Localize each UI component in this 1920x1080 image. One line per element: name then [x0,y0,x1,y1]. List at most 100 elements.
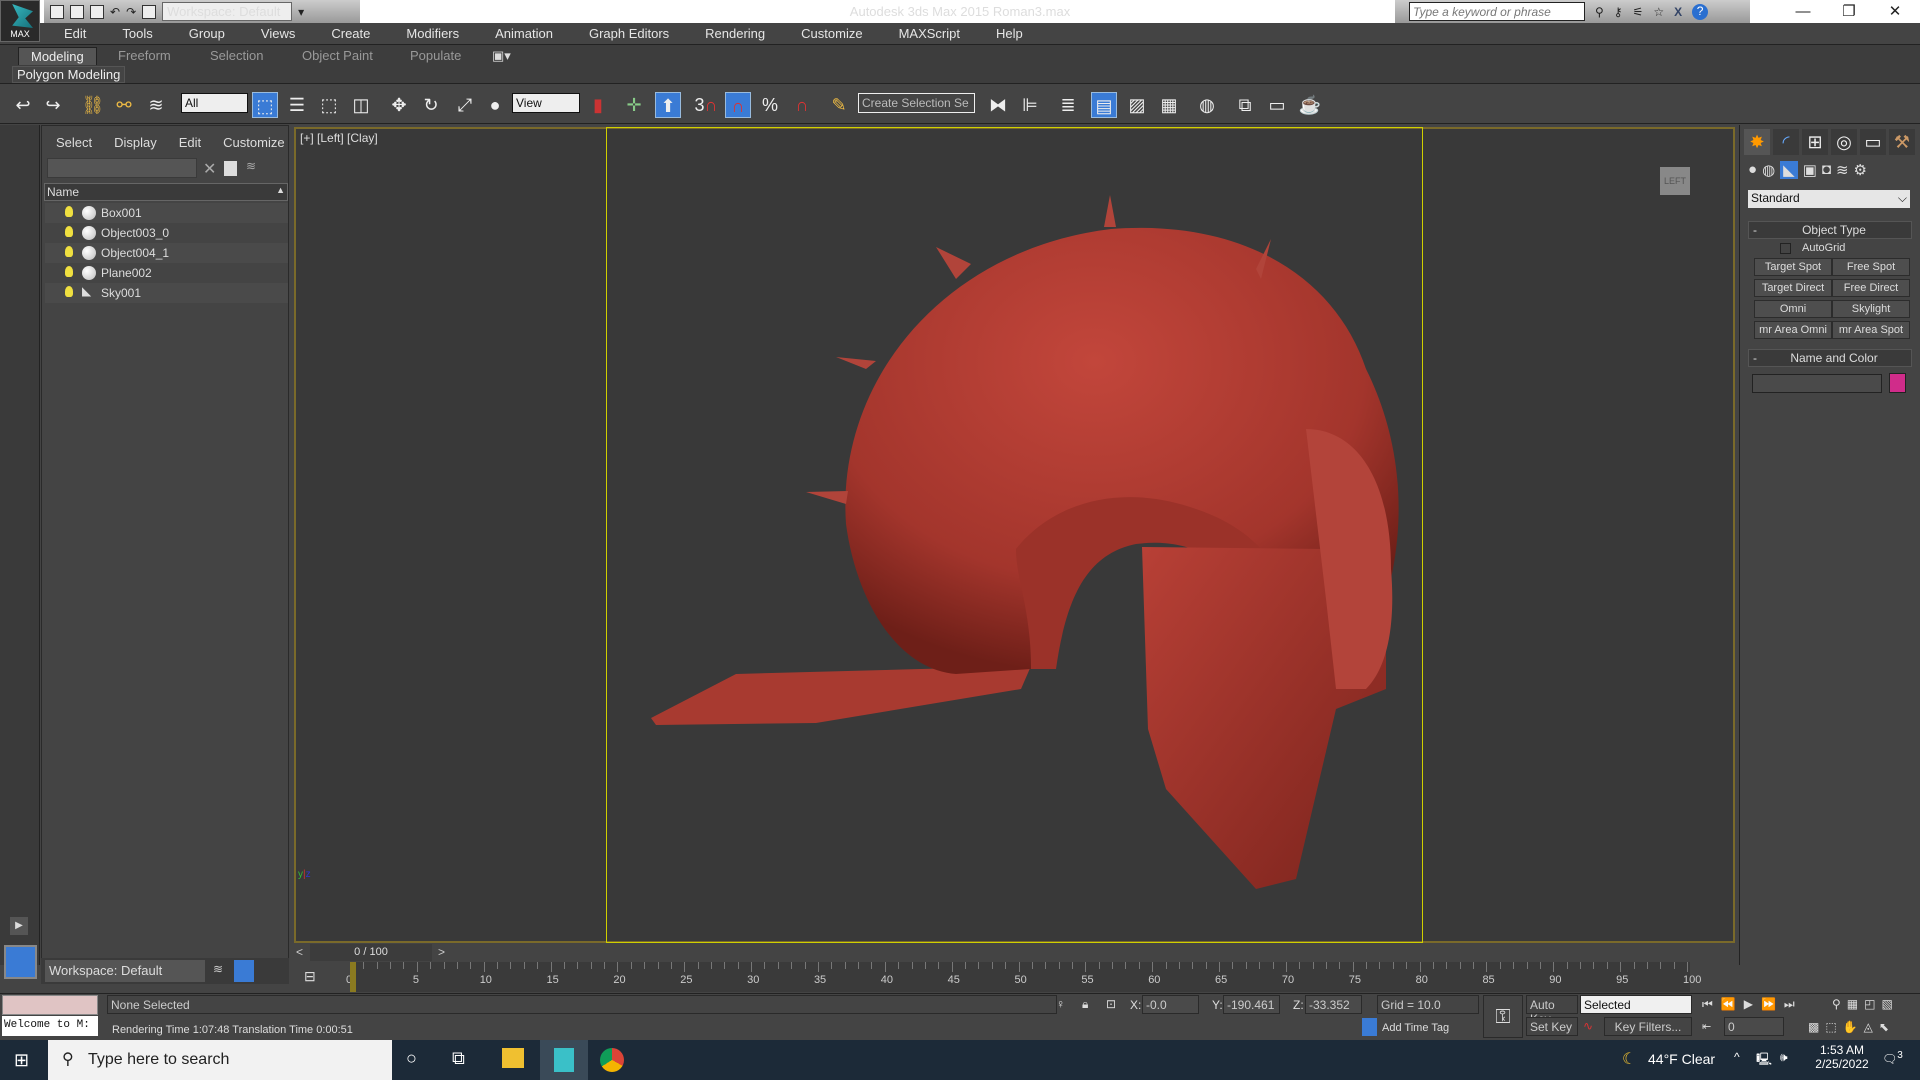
key-icon[interactable]: ⚷ [1614,5,1623,19]
menu-rendering[interactable]: Rendering [681,23,777,44]
network-icon[interactable]: 🖳︎ [1756,1050,1772,1071]
menu-help[interactable]: Help [972,23,1035,44]
explorer-search-input[interactable] [47,158,197,178]
lightbulb-icon[interactable] [65,246,73,257]
geometry-icon[interactable]: ● [1748,161,1757,179]
find-icon[interactable] [224,161,237,176]
systems-icon[interactable]: ⚙ [1854,161,1867,179]
workspace-dropdown[interactable]: Workspace: Default [162,2,293,21]
list-item[interactable]: Plane002 [45,263,288,283]
utilities-tab-icon[interactable]: ⚒ [1889,129,1915,155]
set-key-toggle-icon[interactable]: ⚿ [1483,995,1523,1038]
shapes-icon[interactable]: ◍ [1762,161,1775,179]
viewcube[interactable]: LEFT [1660,167,1690,195]
named-selection-set-dropdown[interactable]: Create Selection Se [858,93,975,113]
undo-icon[interactable]: ↩ [10,92,36,118]
free-spot-button[interactable]: Free Spot [1832,258,1910,276]
file-explorer-icon[interactable] [502,1048,524,1068]
explorer-menu-customize[interactable]: Customize [223,135,284,150]
scene-explorer-icon[interactable]: ▤ [1091,92,1117,118]
taskbar-search-input[interactable]: ⚲ Type here to search [48,1040,392,1080]
absolute-mode-icon[interactable]: ⊡ [1106,997,1116,1011]
render-setup-icon[interactable]: ⧉ [1232,92,1258,118]
current-frame-input[interactable]: 0 [1724,1017,1784,1036]
x-coordinate-input[interactable]: -0.0 [1142,995,1199,1014]
snap-toggle-icon[interactable]: 3∩ [693,92,719,118]
3dsmax-taskbar-icon[interactable] [540,1040,588,1080]
prev-frame-icon[interactable]: < [296,945,303,959]
list-item[interactable]: ◣ Sky001 [45,283,288,303]
track-bar[interactable]: ⊟ 05101520253035404550556065707580859095… [294,962,1735,992]
align-icon[interactable]: ⊫ [1017,92,1043,118]
reference-coordinate-dropdown[interactable]: View [512,93,580,113]
object-type-rollout[interactable]: - Object Type [1748,221,1912,239]
list-item[interactable]: Box001 [45,203,288,223]
undo-icon[interactable]: ↶ [110,5,120,19]
playback-controls[interactable]: ⏮⏪▶⏩⏭ [1702,997,1803,1012]
y-coordinate-input[interactable]: -190.461 [1223,995,1280,1014]
target-spot-button[interactable]: Target Spot [1754,258,1832,276]
time-slider-thumb[interactable]: 0 / 100 [310,944,432,961]
help-search-input[interactable]: Type a keyword or phrase [1409,2,1585,21]
menu-maxscript[interactable]: MAXScript [875,23,972,44]
name-and-color-rollout[interactable]: - Name and Color [1748,349,1912,367]
new-file-icon[interactable] [50,4,64,19]
menu-edit[interactable]: Edit [40,23,98,44]
menu-graph-editors[interactable]: Graph Editors [565,23,681,44]
time-slider[interactable]: < 0 / 100 > [294,944,1735,962]
clock[interactable]: 1:53 AM 2/25/2022 [1812,1043,1872,1071]
menu-create[interactable]: Create [307,23,382,44]
windows-start-icon[interactable]: ⊞ [14,1050,29,1071]
render-production-icon[interactable]: ☕ [1297,92,1323,118]
object-name-input[interactable] [1752,374,1882,393]
maxscript-listener-mini[interactable] [2,995,98,1015]
viewport-layout-icon[interactable] [4,945,37,979]
key-filters-button[interactable]: Key Filters... [1604,1017,1692,1036]
exchange-icon[interactable]: X [1674,5,1682,19]
mr-area-omni-button[interactable]: mr Area Omni [1754,321,1832,339]
menu-views[interactable]: Views [237,23,307,44]
explorer-menu-display[interactable]: Display [114,135,157,150]
category-dropdown[interactable]: Standard ⌵ [1748,190,1910,208]
customize-qa-icon[interactable]: ▾ [298,5,304,19]
display-tab-icon[interactable]: ▭ [1860,129,1886,155]
sort-by-layer-icon[interactable]: ≋ [213,962,223,976]
free-direct-button[interactable]: Free Direct [1832,279,1910,297]
viewport-navigation-controls-2[interactable]: ▩⬚✋◬⬉ [1808,1020,1895,1034]
notifications-icon[interactable]: 🗨︎3 [1882,1050,1903,1066]
menu-tools[interactable]: Tools [98,23,164,44]
window-crossing-icon[interactable]: ◫ [348,92,374,118]
lightbulb-icon[interactable] [65,266,73,277]
menu-modifiers[interactable]: Modifiers [382,23,471,44]
lightbulb-icon[interactable] [65,226,73,237]
set-key-button[interactable]: Set Key [1526,1017,1578,1036]
mr-area-spot-button[interactable]: mr Area Spot [1832,321,1910,339]
key-mode-dropdown[interactable]: Selected [1580,995,1692,1014]
explorer-menu-edit[interactable]: Edit [179,135,201,150]
tab-object-paint[interactable]: Object Paint [290,47,385,66]
viewport-label[interactable]: [+] [Left] [Clay] [300,131,378,145]
spinner-snap-icon[interactable]: ∩ [789,92,815,118]
next-frame-icon[interactable]: > [438,945,445,959]
layers-icon[interactable]: ≋ [246,159,256,173]
lightbulb-icon[interactable] [65,286,73,297]
material-editor-icon[interactable]: ◍ [1194,92,1220,118]
curve-editor-icon[interactable]: ▨ [1124,92,1150,118]
select-by-name-icon[interactable]: ☰ [284,92,310,118]
polygon-modeling-panel[interactable]: Polygon Modeling [12,66,126,83]
lightbulb-icon[interactable] [65,206,73,217]
explorer-menu-select[interactable]: Select [56,135,92,150]
scale-icon[interactable]: ⤢ [452,92,478,118]
rotate-icon[interactable]: ↻ [418,92,444,118]
link-icon[interactable]: ⛓ [80,92,106,118]
open-file-icon[interactable] [70,4,84,19]
lights-icon[interactable]: ◣ [1780,161,1798,179]
pivot-center-icon[interactable]: ▮ [585,92,611,118]
explorer-workspace-dropdown[interactable]: Workspace: Default [45,960,205,982]
tab-modeling[interactable]: Modeling [18,47,97,66]
rect-selection-icon[interactable]: ⬚ [316,92,342,118]
angle-snap-icon[interactable]: ∩ [725,92,751,118]
z-coordinate-input[interactable]: -33.352 [1305,995,1362,1014]
skylight-button[interactable]: Skylight [1832,300,1910,318]
motion-tab-icon[interactable]: ◎ [1831,129,1857,155]
